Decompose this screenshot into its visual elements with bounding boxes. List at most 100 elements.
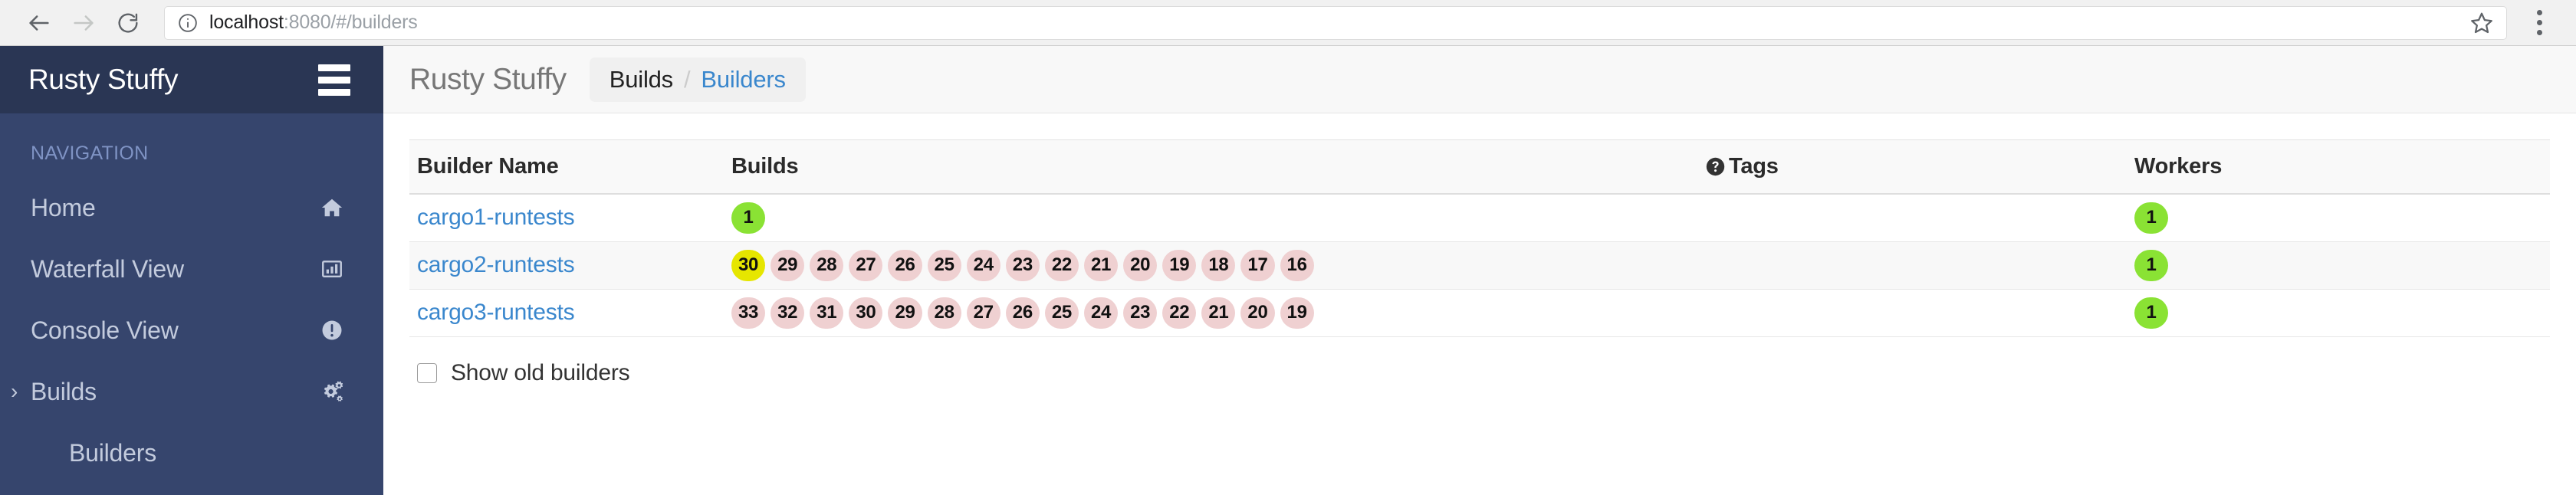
table-header-row: Builder Name Builds Tags Workers bbox=[409, 139, 2550, 195]
build-badge[interactable]: 19 bbox=[1280, 297, 1314, 329]
build-badge[interactable]: 30 bbox=[731, 249, 766, 281]
build-badge[interactable]: 24 bbox=[966, 249, 1001, 281]
build-badge[interactable]: 30 bbox=[849, 297, 883, 329]
column-label: Workers bbox=[2134, 154, 2223, 179]
column-label: Builder Name bbox=[417, 154, 559, 179]
build-badge[interactable]: 1 bbox=[731, 202, 765, 234]
build-badge[interactable]: 23 bbox=[1005, 249, 1040, 281]
build-badge[interactable]: 23 bbox=[1123, 297, 1158, 329]
address-bar[interactable]: localhost:8080/#/builders bbox=[164, 5, 2507, 40]
reload-button[interactable] bbox=[106, 1, 150, 45]
worker-badge-list: 1 bbox=[2134, 249, 2550, 281]
build-badge[interactable]: 17 bbox=[1240, 249, 1275, 281]
build-badge[interactable]: 27 bbox=[966, 297, 1001, 329]
worker-badge[interactable]: 1 bbox=[2134, 249, 2168, 281]
browser-menu-button[interactable] bbox=[2519, 1, 2559, 45]
url-text: localhost:8080/#/builders bbox=[209, 11, 2459, 34]
table-row[interactable]: cargo3-runtests 33 32 31 30 29 28 27 26 … bbox=[409, 289, 2550, 337]
builder-name-link[interactable]: cargo3-runtests bbox=[417, 300, 575, 325]
home-icon bbox=[314, 196, 350, 219]
cell-workers: 1 bbox=[2127, 289, 2550, 337]
sidebar-item-label: Builds bbox=[31, 377, 97, 405]
build-badge[interactable]: 21 bbox=[1083, 249, 1119, 281]
arrow-left-icon bbox=[26, 10, 52, 36]
question-circle-icon[interactable] bbox=[1705, 156, 1726, 177]
build-badge[interactable]: 28 bbox=[927, 297, 961, 329]
cell-tags bbox=[1697, 289, 2127, 337]
cell-workers: 1 bbox=[2127, 241, 2550, 290]
bar-chart-icon bbox=[314, 257, 350, 280]
build-badge[interactable]: 19 bbox=[1162, 249, 1197, 281]
cell-builder-name: cargo1-runtests bbox=[409, 194, 724, 242]
build-badge[interactable]: 18 bbox=[1201, 249, 1236, 281]
build-badge[interactable]: 26 bbox=[888, 249, 922, 281]
worker-badge[interactable]: 1 bbox=[2134, 297, 2168, 329]
brand-title[interactable]: Rusty Stuffy bbox=[28, 64, 178, 96]
star-icon[interactable] bbox=[2469, 11, 2494, 35]
back-button[interactable] bbox=[17, 1, 61, 45]
build-badge[interactable]: 24 bbox=[1083, 297, 1119, 329]
gears-icon bbox=[314, 379, 350, 404]
exclamation-circle-icon bbox=[314, 319, 350, 342]
sidebar-nav: Home Waterfall View Console View › Build… bbox=[0, 177, 383, 484]
build-badge[interactable]: 22 bbox=[1162, 297, 1197, 329]
sidebar: Rusty Stuffy NAVIGATION Home Waterfall V… bbox=[0, 46, 383, 495]
nav-section-label: NAVIGATION bbox=[31, 143, 149, 164]
build-badge[interactable]: 20 bbox=[1240, 297, 1275, 329]
build-badge[interactable]: 32 bbox=[770, 297, 805, 329]
build-badge[interactable]: 29 bbox=[770, 249, 805, 281]
info-circle-icon[interactable] bbox=[177, 12, 199, 34]
sidebar-item-builders[interactable]: Builders bbox=[0, 422, 383, 484]
column-header-tags[interactable]: Tags bbox=[1697, 139, 2127, 195]
cell-tags bbox=[1697, 194, 2127, 242]
column-header-builder-name[interactable]: Builder Name bbox=[409, 139, 724, 195]
build-badge[interactable]: 16 bbox=[1280, 249, 1314, 281]
sidebar-item-builds[interactable]: › Builds bbox=[0, 361, 383, 422]
build-badge[interactable]: 21 bbox=[1201, 297, 1236, 329]
build-badge[interactable]: 26 bbox=[1005, 297, 1040, 329]
sidebar-item-home[interactable]: Home bbox=[0, 177, 383, 238]
build-badge[interactable]: 33 bbox=[731, 297, 766, 329]
reload-icon bbox=[116, 11, 140, 35]
builders-panel: Builder Name Builds Tags Workers cargo1-… bbox=[383, 113, 2576, 386]
breadcrumb: Builds / Builders bbox=[589, 57, 806, 102]
show-old-builders-checkbox[interactable] bbox=[417, 362, 437, 383]
builder-name-link[interactable]: cargo1-runtests bbox=[417, 205, 575, 230]
sidebar-header: Rusty Stuffy bbox=[0, 46, 383, 113]
show-old-builders-control[interactable]: Show old builders bbox=[409, 337, 2550, 386]
build-badge[interactable]: 25 bbox=[1044, 297, 1079, 329]
table-row[interactable]: cargo2-runtests 30 29 28 27 26 25 24 23 … bbox=[409, 241, 2550, 290]
breadcrumb-separator: / bbox=[683, 65, 691, 93]
chevron-right-icon[interactable]: › bbox=[11, 381, 18, 402]
browser-toolbar: localhost:8080/#/builders bbox=[0, 0, 2576, 46]
build-badge[interactable]: 28 bbox=[810, 249, 844, 281]
build-badge[interactable]: 20 bbox=[1123, 249, 1158, 281]
sidebar-item-console-view[interactable]: Console View bbox=[0, 300, 383, 361]
table-row[interactable]: cargo1-runtests 1 1 bbox=[409, 194, 2550, 242]
column-header-workers[interactable]: Workers bbox=[2127, 139, 2550, 195]
url-path: :8080/#/builders bbox=[283, 11, 418, 33]
sidebar-item-waterfall-view[interactable]: Waterfall View bbox=[0, 238, 383, 300]
cell-tags bbox=[1697, 241, 2127, 290]
worker-badge-list: 1 bbox=[2134, 202, 2550, 234]
breadcrumb-item-builders[interactable]: Builders bbox=[701, 66, 786, 93]
build-badge-list: 1 bbox=[731, 202, 1697, 234]
sidebar-item-label: Console View bbox=[31, 316, 179, 344]
cell-builder-name: cargo3-runtests bbox=[409, 289, 724, 337]
build-badge[interactable]: 31 bbox=[810, 297, 844, 329]
builder-name-link[interactable]: cargo2-runtests bbox=[417, 252, 575, 277]
sidebar-item-label: Builders bbox=[69, 438, 157, 467]
hamburger-icon[interactable] bbox=[314, 60, 355, 100]
sidebar-item-label: Home bbox=[31, 193, 96, 221]
worker-badge[interactable]: 1 bbox=[2134, 202, 2168, 234]
build-badge[interactable]: 22 bbox=[1044, 249, 1079, 281]
show-old-builders-label[interactable]: Show old builders bbox=[451, 360, 630, 386]
build-badge[interactable]: 25 bbox=[927, 249, 961, 281]
column-header-builds[interactable]: Builds bbox=[724, 139, 1697, 195]
breadcrumb-item-builds[interactable]: Builds bbox=[610, 66, 673, 93]
build-badge[interactable]: 29 bbox=[888, 297, 922, 329]
builders-table: Builder Name Builds Tags Workers cargo1-… bbox=[409, 139, 2550, 337]
worker-badge-list: 1 bbox=[2134, 297, 2550, 329]
forward-button[interactable] bbox=[61, 1, 106, 45]
build-badge[interactable]: 27 bbox=[849, 249, 883, 281]
